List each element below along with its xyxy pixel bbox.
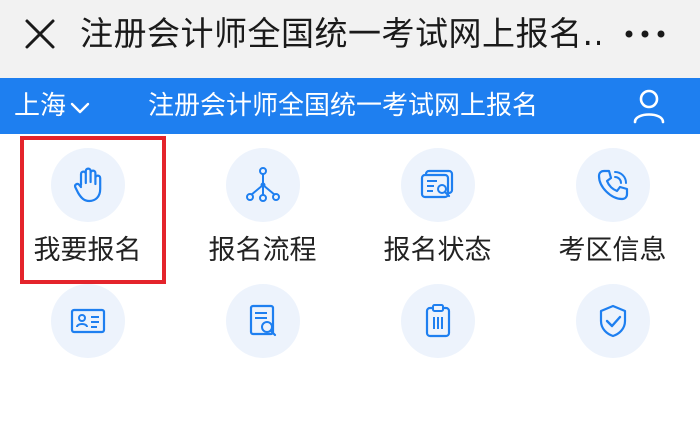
- menu-item-label: 报名流程: [208, 235, 317, 266]
- region-label: 上海: [14, 91, 67, 121]
- document-search-icon: [243, 301, 283, 341]
- menu-item-document[interactable]: [175, 284, 350, 434]
- clipboard-icon: [418, 301, 458, 341]
- id-card-icon: [68, 301, 108, 341]
- close-icon: [22, 16, 58, 52]
- region-selector[interactable]: 上海: [14, 86, 90, 126]
- menu-item-security[interactable]: [525, 284, 700, 434]
- title-bar: 注册会计师全国统一考试网上报名...: [0, 0, 700, 78]
- more-button[interactable]: [622, 24, 668, 44]
- menu-item-clipboard[interactable]: [350, 284, 525, 434]
- icon-circle: [400, 148, 475, 222]
- icon-circle: [50, 148, 125, 222]
- close-button[interactable]: [22, 16, 58, 52]
- more-dots-icon: [622, 24, 668, 44]
- menu-item-status[interactable]: 报名状态: [350, 134, 525, 284]
- icon-circle: [225, 284, 300, 358]
- menu-item-process[interactable]: 报名流程: [175, 134, 350, 284]
- menu-item-label: 考区信息: [558, 235, 667, 266]
- menu-item-exam-area[interactable]: 考区信息: [525, 134, 700, 284]
- menu-item-label: 报名状态: [383, 235, 492, 266]
- menu-item-label: 我要报名: [33, 235, 142, 266]
- menu-item-register[interactable]: 我要报名: [0, 134, 175, 284]
- menu-grid: 我要报名 报名流程 报名状态 考区信息: [0, 134, 700, 358]
- status-icon: [418, 165, 458, 205]
- icon-circle: [225, 148, 300, 222]
- flow-icon: [243, 165, 283, 205]
- icon-circle: [575, 284, 650, 358]
- phone-icon: [593, 165, 633, 205]
- menu-item-id-card[interactable]: [0, 284, 175, 434]
- shield-check-icon: [593, 301, 633, 341]
- user-button[interactable]: [632, 88, 666, 124]
- icon-circle: [575, 148, 650, 222]
- site-header: 上海 注册会计师全国统一考试网上报名: [0, 78, 700, 134]
- hand-icon: [68, 165, 108, 205]
- icon-circle: [400, 284, 475, 358]
- chevron-down-icon: [70, 101, 90, 115]
- user-icon: [632, 88, 666, 124]
- icon-circle: [50, 284, 125, 358]
- page-title: 注册会计师全国统一考试网上报名...: [80, 14, 600, 53]
- site-title: 注册会计师全国统一考试网上报名: [148, 91, 539, 121]
